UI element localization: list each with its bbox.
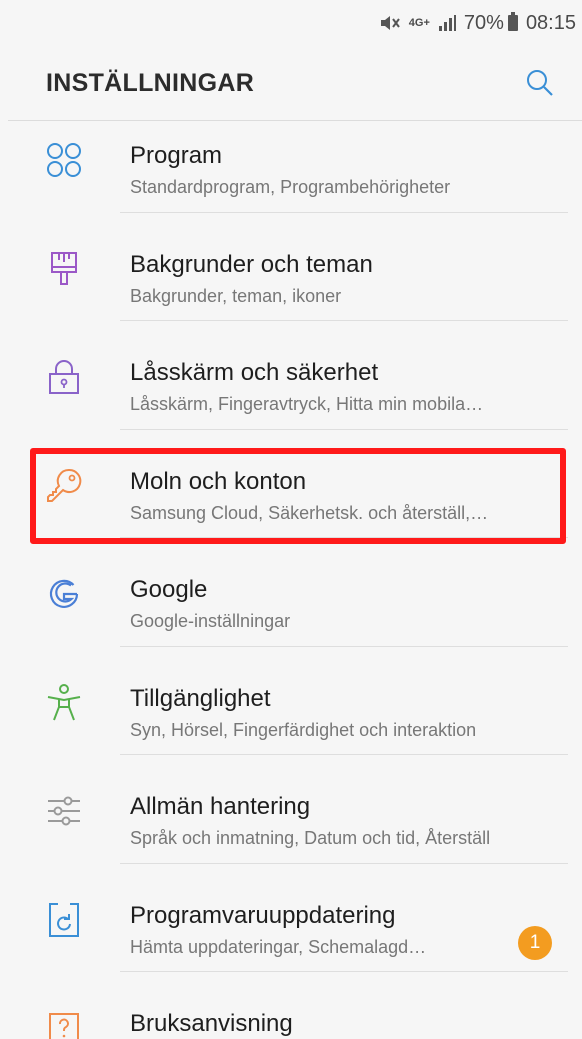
settings-item-general-management[interactable]: Allmän hantering Språk och inmatning, Da…: [8, 755, 582, 864]
clock: 08:15: [525, 11, 576, 34]
settings-item-user-manual[interactable]: Bruksanvisning: [8, 972, 582, 1039]
item-subtitle: Språk och inmatning, Datum och tid, Åter…: [130, 828, 491, 848]
network-type: 4G+: [408, 17, 430, 29]
item-label: Programvaruuppdatering: [130, 901, 396, 929]
item-label: Program: [130, 142, 223, 169]
apps-icon: [46, 142, 82, 178]
item-subtitle: Syn, Hörsel, Fingerfärdighet och interak…: [130, 719, 477, 740]
update-icon: [46, 902, 82, 938]
signal-icon: [438, 14, 456, 32]
notification-badge: 1: [518, 925, 552, 960]
status-bar: 4G+ 70% 08:15: [8, 0, 582, 46]
item-label: Google: [130, 576, 208, 603]
item-subtitle: Standardprogram, Programbehörigheter: [130, 177, 451, 197]
accessibility-icon: [46, 683, 82, 721]
settings-item-wallpapers-themes[interactable]: Bakgrunder och teman Bakgrunder, teman, …: [8, 213, 582, 321]
settings-item-program[interactable]: Program Standardprogram, Programbehörigh…: [8, 104, 582, 213]
settings-list: Program Standardprogram, Programbehörigh…: [8, 104, 582, 1039]
item-label: Bakgrunder och teman: [130, 250, 373, 278]
item-label: Allmän hantering: [130, 793, 311, 820]
paintbrush-icon: [46, 251, 82, 287]
item-subtitle: Låsskärm, Fingeravtryck, Hitta min mobil…: [130, 394, 484, 414]
battery-percent: 70%: [463, 11, 504, 34]
item-subtitle: Google-inställningar: [130, 611, 291, 631]
item-subtitle: Bakgrunder, teman, ikoner: [130, 285, 342, 306]
page-title: INSTÄLLNINGAR: [46, 68, 255, 97]
battery-icon: [507, 12, 518, 31]
mute-icon: [379, 14, 401, 32]
search-button[interactable]: [516, 59, 564, 107]
settings-item-accessibility[interactable]: Tillgänglighet Syn, Hörsel, Fingerfärdig…: [8, 647, 582, 755]
item-subtitle: Hämta uppdateringar, Schemalagd…: [130, 936, 427, 957]
sliders-icon: [46, 793, 82, 829]
lock-icon: [46, 359, 82, 395]
settings-item-lockscreen-security[interactable]: Låsskärm och säkerhet Låsskärm, Fingerav…: [8, 321, 582, 430]
google-icon: [46, 576, 82, 612]
item-label: Låsskärm och säkerhet: [130, 359, 379, 386]
highlight-box: [30, 448, 566, 544]
item-label: Bruksanvisning: [130, 1010, 293, 1037]
item-label: Tillgänglighet: [130, 684, 271, 712]
search-icon: [527, 70, 553, 96]
manual-icon: [46, 1010, 82, 1039]
settings-item-software-update[interactable]: Programvaruuppdatering Hämta uppdatering…: [8, 864, 582, 972]
settings-screen: 4G+ 70% 08:15 INSTÄLLNINGAR Program Stan…: [8, 0, 582, 1039]
settings-item-google[interactable]: Google Google-inställningar: [8, 538, 582, 647]
